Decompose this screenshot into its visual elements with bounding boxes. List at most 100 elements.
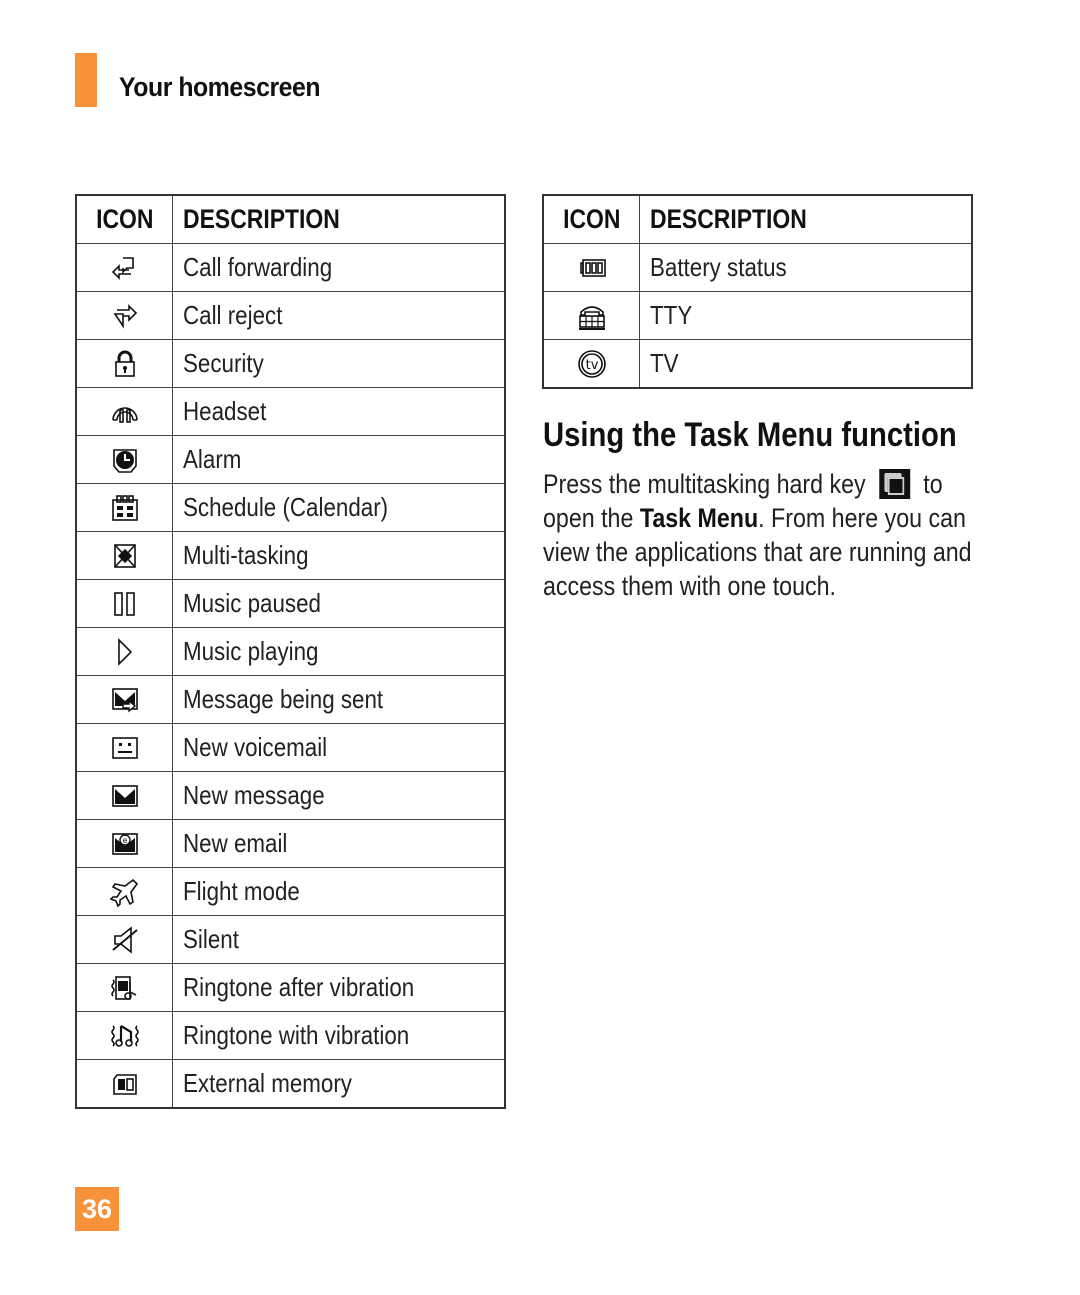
table-row: Battery status xyxy=(542,243,973,292)
icon-cell xyxy=(75,339,173,388)
message-sending-icon xyxy=(111,687,138,712)
table-row: TTY xyxy=(542,291,973,340)
description-cell: External memory xyxy=(172,1059,506,1109)
description-text: Ringtone with vibration xyxy=(183,1020,410,1050)
table-row: Ringtone with vibration xyxy=(75,1011,506,1060)
description-text: Music playing xyxy=(183,636,319,666)
description-cell: Ringtone with vibration xyxy=(172,1011,506,1060)
icon-cell xyxy=(75,771,173,820)
calendar-icon xyxy=(111,494,138,521)
icon-cell xyxy=(75,627,173,676)
column-header-icon: ICON xyxy=(542,194,640,244)
icon-cell: tv xyxy=(542,339,640,389)
table-row: Flight mode xyxy=(75,867,506,916)
description-text: TTY xyxy=(650,300,693,330)
description-text: TV xyxy=(650,348,679,378)
column-header-description: DESCRIPTION xyxy=(172,194,506,244)
icon-cell xyxy=(75,1011,173,1060)
icon-cell xyxy=(75,963,173,1012)
task-menu-term: Task Menu xyxy=(639,503,759,533)
security-lock-icon xyxy=(114,350,135,377)
body-text-1: Press the multitasking hard key xyxy=(543,469,866,499)
description-cell: Alarm xyxy=(172,435,506,484)
tv-icon: tv xyxy=(577,349,606,378)
icon-cell: e xyxy=(75,819,173,868)
section-title: Using the Task Menu function xyxy=(543,416,957,454)
description-text: Ringtone after vibration xyxy=(183,972,415,1002)
alarm-clock-icon xyxy=(112,448,137,473)
multitasking-icon xyxy=(113,543,136,568)
airplane-icon xyxy=(109,878,138,907)
table-row: tv TV xyxy=(542,339,973,389)
table-row: Security xyxy=(75,339,506,388)
memory-card-icon xyxy=(112,1073,137,1095)
description-cell: New message xyxy=(172,771,506,820)
description-cell: Call reject xyxy=(172,291,506,340)
email-icon: e xyxy=(111,832,138,855)
tty-icon xyxy=(578,305,605,330)
table-row: Multi-tasking xyxy=(75,531,506,580)
voicemail-icon xyxy=(111,736,138,759)
description-cell: Music playing xyxy=(172,627,506,676)
icon-cell xyxy=(75,387,173,436)
description-text: Message being sent xyxy=(183,684,384,714)
call-forwarding-icon xyxy=(111,256,134,280)
description-text: Alarm xyxy=(183,444,242,474)
ringtone-after-vibration-icon xyxy=(110,975,136,1000)
description-text: Schedule (Calendar) xyxy=(183,492,389,522)
icon-cell xyxy=(75,579,173,628)
battery-icon xyxy=(579,258,606,277)
description-text: Security xyxy=(183,348,264,378)
description-cell: Message being sent xyxy=(172,675,506,724)
icon-cell xyxy=(75,291,173,340)
table-row: Message being sent xyxy=(75,675,506,724)
description-text: Call forwarding xyxy=(183,252,333,282)
table-row: Schedule (Calendar) xyxy=(75,483,506,532)
description-text: Headset xyxy=(183,396,267,426)
description-cell: TTY xyxy=(639,291,973,340)
table-row: New voicemail xyxy=(75,723,506,772)
description-text: Flight mode xyxy=(183,876,300,906)
column-header-icon: ICON xyxy=(75,194,173,244)
icon-cell xyxy=(75,1059,173,1109)
description-text: Silent xyxy=(183,924,239,954)
icon-cell xyxy=(75,867,173,916)
description-text: Call reject xyxy=(183,300,283,330)
section-body: Press the multitasking hard key to open … xyxy=(543,467,973,603)
description-text: New voicemail xyxy=(183,732,328,762)
header-accent-bar xyxy=(75,53,97,107)
speaker-muted-icon xyxy=(111,925,138,954)
svg-text:tv: tv xyxy=(585,358,598,373)
description-cell: Battery status xyxy=(639,243,973,292)
description-cell: Security xyxy=(172,339,506,388)
table-row: e New email xyxy=(75,819,506,868)
icon-cell xyxy=(75,483,173,532)
call-reject-icon xyxy=(113,303,137,329)
description-cell: New email xyxy=(172,819,506,868)
description-text: New message xyxy=(183,780,325,810)
table-row: Silent xyxy=(75,915,506,964)
icon-cell xyxy=(75,243,173,292)
ringtone-with-vibration-icon xyxy=(110,1024,139,1047)
table-row: Music playing xyxy=(75,627,506,676)
table-row: External memory xyxy=(75,1059,506,1109)
multitasking-hard-key-icon xyxy=(878,469,910,499)
icon-table-right: ICON DESCRIPTION Battery status TTY tv TV xyxy=(542,194,973,389)
icon-cell xyxy=(75,435,173,484)
table-header-row: ICON DESCRIPTION xyxy=(542,194,973,244)
description-cell: Music paused xyxy=(172,579,506,628)
play-icon xyxy=(117,637,132,666)
headset-icon xyxy=(111,406,138,423)
pause-icon xyxy=(113,591,135,616)
description-cell: TV xyxy=(639,339,973,389)
description-text: External memory xyxy=(183,1068,352,1098)
table-header-row: ICON DESCRIPTION xyxy=(75,194,506,244)
description-cell: Silent xyxy=(172,915,506,964)
description-text: Battery status xyxy=(650,252,787,282)
description-cell: Headset xyxy=(172,387,506,436)
icon-table-left: ICON DESCRIPTION Call forwarding Call rej… xyxy=(75,194,506,1109)
icon-cell xyxy=(75,531,173,580)
table-row: Headset xyxy=(75,387,506,436)
description-cell: Schedule (Calendar) xyxy=(172,483,506,532)
table-row: Alarm xyxy=(75,435,506,484)
